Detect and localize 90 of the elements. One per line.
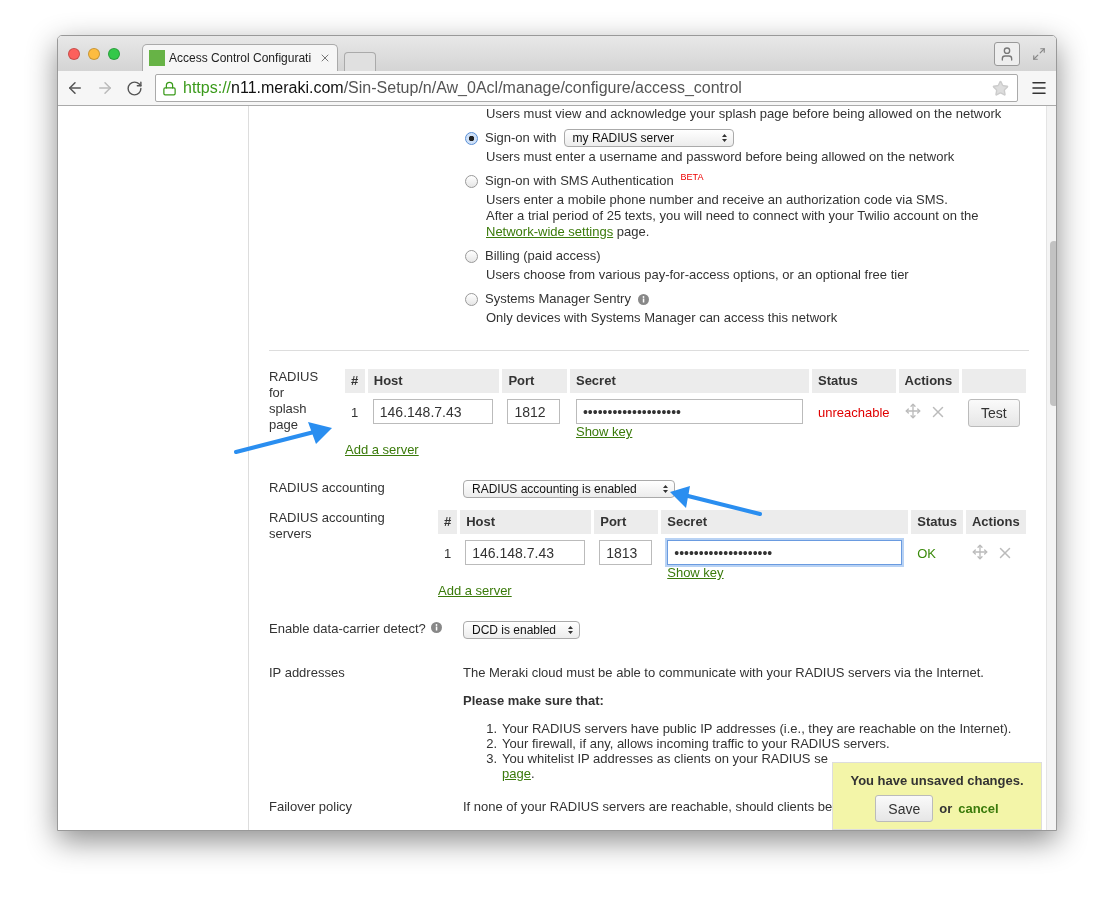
reload-button[interactable] [126,79,143,97]
status-text: unreachable [817,405,890,420]
zoom-window-button[interactable] [108,47,120,60]
option-description: Only devices with Systems Manager can access this network [485,310,839,326]
column-header: Status [911,510,963,534]
browser-tab[interactable]: Access Control Configurati [142,44,338,71]
show-key-link[interactable]: Show key [575,424,633,439]
forward-button[interactable] [96,79,114,97]
column-header: Secret [661,510,909,534]
list-item-text: Your firewall, if any, allows incoming traffic to your RADIUS servers. [502,736,890,751]
bookmark-star-icon[interactable] [992,79,1009,97]
beta-label: BETA [680,171,704,184]
column-header: Port [502,369,567,393]
column-header: Secret [569,369,809,393]
cancel-link[interactable]: cancel [958,801,999,816]
status-text: OK [917,546,937,561]
dcd-select[interactable]: DCD is enabled [463,621,580,639]
profile-button[interactable] [994,41,1020,66]
add-server-link[interactable]: Add a server [345,442,419,458]
host-field[interactable]: 146.148.7.43 [372,399,493,424]
close-window-button[interactable] [68,47,80,60]
new-tab-button[interactable] [344,52,376,71]
section-label: Enable data-carrier detect? [269,621,426,636]
updown-icon [568,626,573,634]
move-icon[interactable] [904,403,921,419]
lock-icon [162,80,177,96]
option-label: Systems Manager Sentry [485,291,631,307]
radio-button[interactable] [465,131,478,145]
move-icon[interactable] [971,544,988,560]
page-link[interactable]: page [502,766,531,781]
column-header: # [438,510,458,534]
section-label: RADIUS for splash page [269,369,320,433]
radio-button[interactable] [465,174,478,188]
column-header: Port [594,510,659,534]
test-button[interactable]: Test [967,399,1020,427]
scrollbar[interactable] [1045,106,1056,830]
column-header: Host [367,369,500,393]
option-description: Users choose from various pay-for-access options, or an optional free tier [485,267,910,283]
column-header: Actions [965,510,1026,534]
section-label: IP addresses [269,665,345,680]
scrollbar-thumb[interactable] [1049,241,1056,406]
option-note: After a trial period of 25 texts, you will need to connect with your Twilio account on the Network-wide settings page. [485,208,980,240]
column-header: # [345,369,365,393]
section-label: RADIUS accounting servers [269,510,386,542]
option-description: Users must enter a username and password before being allowed on the network [485,149,956,165]
save-button[interactable]: Save [875,795,934,822]
address-bar[interactable]: https://n11.meraki.com/Sin-Setup/n/Aw_0Acl/manage/configure/access_control [155,74,1018,102]
accounting-select[interactable]: RADIUS accounting is enabled [463,480,675,498]
or-text: or [939,801,953,816]
back-button[interactable] [66,79,84,97]
show-key-link[interactable]: Show key [667,565,724,580]
minimize-window-button[interactable] [88,47,100,60]
updown-icon [721,134,727,142]
host-field[interactable]: 146.148.7.43 [465,540,586,565]
section-label: Failover policy [269,799,353,814]
user-icon [999,45,1015,62]
close-tab-icon[interactable] [319,52,331,64]
secret-field[interactable]: •••••••••••••••••••• [667,540,903,565]
column-header: Status [811,369,896,393]
section-label: RADIUS accounting [269,480,385,495]
option-label: Billing (paid access) [485,248,601,264]
server-select[interactable]: my RADIUS server [563,129,734,147]
secret-field[interactable]: •••••••••••••••••••• [575,399,803,424]
port-field[interactable]: 1812 [507,399,561,424]
info-paragraph: If none of your RADIUS servers are reachable, should clients be [463,799,833,815]
list-number: 3. [485,751,497,768]
option-label: Sign-on with SMS Authentication [485,173,674,189]
list-item-text: Your RADIUS servers have public IP addresses (i.e., they are reachable on the Internet). [502,721,1012,736]
list-item-text: You whitelist IP addresses as clients on your RADIUS se page. [502,751,828,781]
unsaved-message: You have unsaved changes. [850,773,1024,788]
settings-link[interactable]: Network-wide settings [486,224,614,239]
option-label: Sign-on with [485,130,557,146]
row-number: 1 [351,405,359,420]
radio-button[interactable] [465,292,478,306]
menu-icon[interactable] [1030,79,1048,97]
favicon-icon [149,50,165,66]
row-number: 1 [444,546,452,561]
list-heading: Please make sure that: [463,693,605,709]
updown-icon [663,485,668,493]
option-description: Users must view and acknowledge your splash page before being allowed on the network [485,106,1003,122]
radio-button[interactable] [465,249,478,263]
fullscreen-icon[interactable] [1032,46,1046,61]
port-field[interactable]: 1813 [599,540,653,565]
info-paragraph: The Meraki cloud must be able to communicate with your RADIUS servers via the Internet. [463,665,985,681]
list-number: 1. [485,721,497,736]
add-server-link[interactable]: Add a server [438,583,512,599]
list-number: 2. [485,736,497,751]
column-header: Host [460,510,592,534]
option-description: Users enter a mobile phone number and receive an authorization code via SMS. [485,192,949,208]
column-header: Actions [898,369,959,393]
